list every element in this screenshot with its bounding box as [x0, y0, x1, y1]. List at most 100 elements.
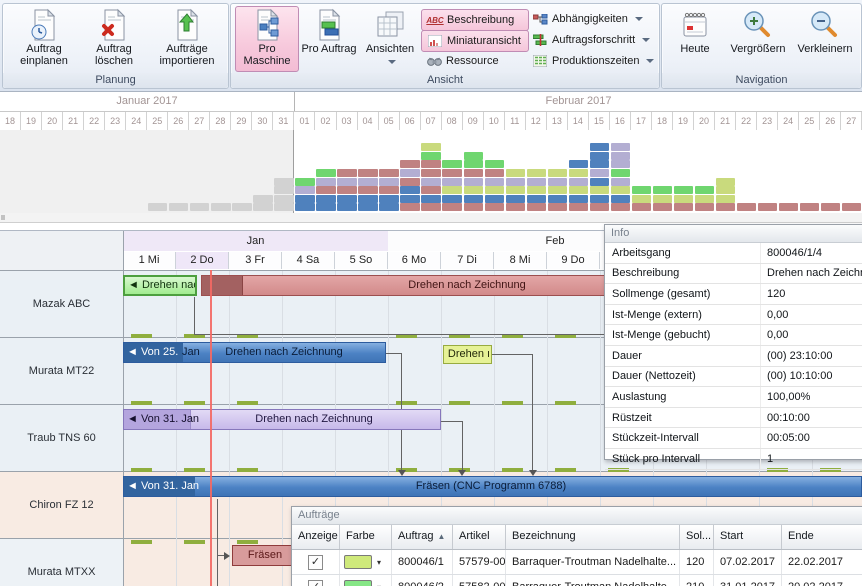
timeline-day[interactable]: 20	[42, 112, 63, 132]
miniature-view[interactable]	[0, 130, 862, 214]
timeline-day[interactable]: 19	[673, 112, 694, 132]
dropdown-arrow-icon[interactable]: ▾	[377, 576, 381, 586]
timeline-day[interactable]: 27	[841, 112, 862, 132]
timeline-day[interactable]: 23	[105, 112, 126, 132]
gantt-day-5so[interactable]: 5 So	[335, 252, 388, 269]
timeline-day[interactable]: 10	[484, 112, 505, 132]
order-row[interactable]: ✓▾800046/257582-00Barraquer-Troutman Nad…	[292, 575, 862, 586]
checkbox[interactable]: ✓	[308, 555, 323, 570]
orders-column-start[interactable]: Start	[714, 525, 782, 549]
gantt-day-3fr[interactable]: 3 Fr	[229, 252, 282, 269]
timeline-day[interactable]: 21	[63, 112, 84, 132]
machine-label[interactable]: Chiron FZ 12	[0, 472, 124, 538]
gantt-day-4sa[interactable]: 4 Sa	[282, 252, 335, 269]
timeline-day[interactable]: 06	[400, 112, 421, 132]
menu-toggle-abhangigkeiten[interactable]: Abhängigkeiten	[527, 9, 665, 29]
menu-toggle-produktionszeiten[interactable]: Produktionszeiten	[527, 51, 665, 71]
minimap-block	[253, 203, 272, 211]
timeline-day[interactable]: 30	[252, 112, 273, 132]
button-auftrag-einplanen[interactable]: Auftrageinplanen	[11, 7, 77, 71]
orders-column-auftrag[interactable]: Auftrag▲	[392, 525, 453, 549]
timeline-day[interactable]: 16	[610, 112, 631, 132]
dropdown-arrow-icon[interactable]: ▾	[377, 551, 381, 574]
gantt-day-9do[interactable]: 9 Do	[547, 252, 600, 269]
timeline-day[interactable]: 20	[694, 112, 715, 132]
timeline-day[interactable]: 05	[379, 112, 400, 132]
minimap-block	[316, 169, 335, 177]
timeline-day[interactable]: 09	[463, 112, 484, 132]
horizontal-splitter[interactable]	[0, 213, 862, 223]
orders-column-artikel[interactable]: Artikel	[453, 525, 506, 549]
timeline-day[interactable]: 07	[421, 112, 442, 132]
orders-column-farbe[interactable]: Farbe	[340, 525, 392, 549]
timeline-day[interactable]: 26	[168, 112, 189, 132]
gantt-day-2do[interactable]: 2 Do	[176, 252, 229, 269]
menu-toggle-auftragsforschritt[interactable]: Auftragsforschritt	[527, 30, 665, 50]
toggle-ressource[interactable]: Ressource	[421, 51, 527, 71]
color-swatch[interactable]	[344, 580, 372, 586]
gantt-bar-blue[interactable]: ◄ Von 31. JanFräsen (CNC Programm 6788)	[123, 476, 862, 497]
button-vergrern[interactable]: Vergrößern	[726, 7, 790, 71]
toggle-label: Abhängigkeiten	[552, 13, 628, 25]
timeline-day[interactable]: 27	[189, 112, 210, 132]
orders-column-sol[interactable]: Sol...	[680, 525, 714, 549]
timeline-day[interactable]: 08	[442, 112, 463, 132]
timeline-day[interactable]: 02	[315, 112, 336, 132]
timeline-day[interactable]: 12	[526, 112, 547, 132]
timeline-day[interactable]: 19	[21, 112, 42, 132]
machine-label[interactable]: Murata MTXX	[0, 539, 124, 586]
color-swatch[interactable]	[344, 555, 372, 569]
timeline-day[interactable]: 13	[547, 112, 568, 132]
timeline-day[interactable]: 11	[505, 112, 526, 132]
gantt-day-6mo[interactable]: 6 Mo	[388, 252, 441, 269]
orders-column-bezeichnung[interactable]: Bezeichnung	[506, 525, 680, 549]
machine-label[interactable]: Mazak ABC	[0, 271, 124, 337]
gantt-day-7di[interactable]: 7 Di	[441, 252, 494, 269]
timeline-day[interactable]: 24	[778, 112, 799, 132]
timeline-day[interactable]: 23	[757, 112, 778, 132]
minimap-block	[295, 203, 314, 211]
timeline-day[interactable]: 17	[631, 112, 652, 132]
timeline-day[interactable]: 18	[0, 112, 21, 132]
button-auftrge-importieren[interactable]: Aufträgeimportieren	[151, 7, 223, 71]
timeline-day[interactable]: 03	[337, 112, 358, 132]
button-pro-auftrag[interactable]: Pro Auftrag	[299, 7, 359, 71]
timeline-day[interactable]: 22	[736, 112, 757, 132]
timeline-day[interactable]: 29	[231, 112, 252, 132]
timeline-day[interactable]: 31	[273, 112, 294, 132]
minimap-block	[442, 186, 461, 194]
gantt-bar-green[interactable]: ◄ Drehen nac	[123, 275, 197, 296]
checkbox[interactable]: ✓	[308, 580, 323, 586]
machine-label[interactable]: Traub TNS 60	[0, 405, 124, 471]
timeline-day[interactable]: 25	[799, 112, 820, 132]
button-verkleinern[interactable]: Verkleinern	[793, 7, 857, 71]
timeline-day[interactable]: 21	[715, 112, 736, 132]
button-heute[interactable]: Heute	[668, 7, 722, 71]
toggle-miniaturansicht[interactable]: Miniaturansicht	[421, 30, 529, 52]
machine-label[interactable]: Murata MT22	[0, 338, 124, 404]
timeline-day[interactable]: 22	[84, 112, 105, 132]
button-ansichten[interactable]: Ansichten	[361, 7, 419, 71]
order-row[interactable]: ✓▾800046/157579-00Barraquer-Troutman Nad…	[292, 550, 862, 575]
timeline-day[interactable]: 15	[589, 112, 610, 132]
button-auftrag-lschen-label: Auftraglöschen	[95, 43, 133, 67]
timeline-day[interactable]: 14	[568, 112, 589, 132]
timeline-day[interactable]: 26	[820, 112, 841, 132]
timeline-day[interactable]: 18	[652, 112, 673, 132]
timeline-day[interactable]: 04	[358, 112, 379, 132]
timeline-day[interactable]: 24	[126, 112, 147, 132]
orders-column-anzeige[interactable]: Anzeige	[292, 525, 340, 549]
production-time-tick	[502, 401, 523, 405]
gantt-bar-yellow[interactable]: Drehen ı	[443, 345, 492, 364]
toggle-beschreibung[interactable]: ABCBeschreibung	[421, 9, 529, 31]
gantt-bar-blue[interactable]: ◄ Von 25.JanDrehen nach Zeichnung	[123, 342, 386, 363]
orders-column-ende[interactable]: Ende	[782, 525, 862, 549]
gantt-day-1mi[interactable]: 1 Mi	[123, 252, 176, 269]
button-pro-maschine[interactable]: Pro Maschine	[235, 6, 299, 72]
button-auftrag-lschen[interactable]: Auftraglöschen	[81, 7, 147, 71]
timeline-day[interactable]: 25	[147, 112, 168, 132]
timeline-day[interactable]: 01	[294, 112, 315, 132]
gantt-bar-lavender[interactable]: ◄ Von 31. JanDrehen nach Zeichnung	[123, 409, 441, 430]
timeline-day[interactable]: 28	[210, 112, 231, 132]
gantt-day-8mi[interactable]: 8 Mi	[494, 252, 547, 269]
